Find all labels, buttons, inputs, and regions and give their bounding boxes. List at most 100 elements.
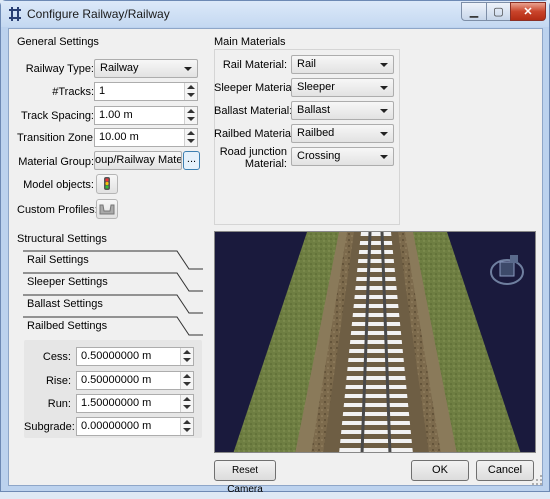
chevron-down-icon [380,155,388,159]
tracks-stepper[interactable] [184,83,197,100]
track-spacing-spinbox[interactable]: 1.00 m [94,106,198,125]
main-materials-heading: Main Materials [214,36,286,48]
sleeper-material-label: Sleeper Material: [214,82,298,94]
rail-material-label: Rail Material: [222,59,287,71]
railway-type-select[interactable]: Railway [94,59,198,78]
down-arrow-icon[interactable] [187,93,195,97]
track-spacing-label: Track Spacing: [21,110,94,122]
down-arrow-icon[interactable] [187,117,195,121]
general-settings-heading: General Settings [17,36,99,48]
track-spacing-value: 1.00 m [99,109,133,121]
dialog-window: Configure Railway/Railway ▁ ▢ ✕ General … [0,0,550,495]
ballast-material-select[interactable]: Ballast [291,101,394,120]
chevron-down-icon [380,109,388,113]
custom-profiles-button[interactable] [96,199,118,219]
transition-zone-spinbox[interactable]: 10.00 m [94,128,198,147]
structural-settings-heading: Structural Settings [17,233,107,245]
navigation-cube-icon[interactable] [487,250,527,290]
browse-label: ... [186,153,197,165]
minimize-button[interactable]: ▁ [461,2,487,21]
maximize-icon: ▢ [493,6,504,18]
material-group-value: oup/Railway Materials [95,154,182,166]
up-arrow-icon[interactable] [187,85,195,89]
down-arrow-icon[interactable] [183,382,191,386]
railbed-material-label: Railbed Material: [214,128,297,140]
ballast-material-value: Ballast [297,104,331,116]
close-button[interactable]: ✕ [510,2,546,21]
sleeper-material-select[interactable]: Sleeper [291,78,394,97]
run-spinbox[interactable]: 1.50000000 m [76,394,194,413]
up-arrow-icon[interactable] [183,397,191,401]
dialog-client-area: General Settings Railway Type: Railway #… [8,28,543,495]
road-junction-label-line2: Material: [244,158,287,170]
run-stepper[interactable] [180,395,193,412]
railway-type-label: Railway Type: [25,63,94,75]
up-arrow-icon[interactable] [187,131,195,135]
traffic-light-icon [104,177,110,190]
profile-shape-icon [99,204,115,215]
model-objects-label: Model objects: [23,179,94,191]
railway-type-value: Railway [100,62,139,74]
tracks-spinbox[interactable]: 1 [94,82,198,101]
down-arrow-icon[interactable] [187,139,195,143]
run-label: Run: [47,398,71,410]
tab-railbed-settings-label: Railbed Settings [27,320,108,332]
up-arrow-icon[interactable] [187,109,195,113]
title-bar[interactable]: Configure Railway/Railway ▁ ▢ ✕ [1,1,549,27]
tab-rail-settings[interactable]: Rail Settings [19,250,204,272]
road-junction-material-label: Road junction Material: [214,146,287,170]
3d-preview-viewport[interactable] [214,231,536,453]
window-title: Configure Railway/Railway [27,7,170,21]
close-icon: ✕ [523,6,533,18]
road-junction-label-line1: Road junction [219,146,287,158]
ok-label: OK [432,464,448,476]
tab-sleeper-settings[interactable]: Sleeper Settings [19,272,204,294]
subgrade-label: Subgrade: [24,421,75,433]
down-arrow-icon[interactable] [183,358,191,362]
material-group-field[interactable]: oup/Railway Materials [94,151,182,170]
tracks-label: #Tracks: [52,86,94,98]
ok-button[interactable]: OK [411,460,469,481]
tab-ballast-settings[interactable]: Ballast Settings [19,294,204,316]
cess-value: 0.50000000 m [81,350,152,362]
rise-spinbox[interactable]: 0.50000000 m [76,371,194,390]
down-arrow-icon[interactable] [183,405,191,409]
browse-material-group-button[interactable]: ... [183,151,200,170]
cess-stepper[interactable] [180,348,193,365]
tracks-value: 1 [99,85,106,97]
railbed-material-value: Railbed [297,127,335,139]
subgrade-spinbox[interactable]: 0.00000000 m [76,417,194,436]
rise-stepper[interactable] [180,372,193,389]
model-objects-button[interactable] [96,174,118,194]
railway-app-icon [9,7,21,21]
sleeper-material-value: Sleeper [297,81,335,93]
rail-material-value: Rail [297,58,316,70]
up-arrow-icon[interactable] [183,374,191,378]
up-arrow-icon[interactable] [183,350,191,354]
road-junction-material-select[interactable]: Crossing [291,147,394,166]
tab-ballast-settings-label: Ballast Settings [27,298,103,310]
maximize-button[interactable]: ▢ [486,2,511,21]
rail-material-select[interactable]: Rail [291,55,394,74]
tab-sleeper-settings-label: Sleeper Settings [27,276,108,288]
railbed-material-select[interactable]: Railbed [291,124,394,143]
down-arrow-icon[interactable] [183,428,191,432]
ballast-material-label: Ballast Material: [214,105,293,117]
transition-zone-stepper[interactable] [184,129,197,146]
subgrade-stepper[interactable] [180,418,193,435]
transition-zone-value: 10.00 m [99,131,139,143]
track-spacing-stepper[interactable] [184,107,197,124]
tab-railbed-settings[interactable]: Railbed Settings [19,316,204,338]
resize-grip-icon[interactable] [531,474,543,486]
chevron-down-icon [380,63,388,67]
reset-camera-button[interactable]: Reset Camera [214,460,276,495]
cancel-button[interactable]: Cancel [476,460,534,481]
chevron-down-icon [380,86,388,90]
transition-zone-label: Transition Zone: [17,132,97,144]
rise-value: 0.50000000 m [81,374,152,386]
cess-label: Cess: [42,351,71,363]
up-arrow-icon[interactable] [183,420,191,424]
road-junction-material-value: Crossing [297,150,341,162]
cess-spinbox[interactable]: 0.50000000 m [76,347,194,366]
material-group-label: Material Group: [18,156,94,168]
